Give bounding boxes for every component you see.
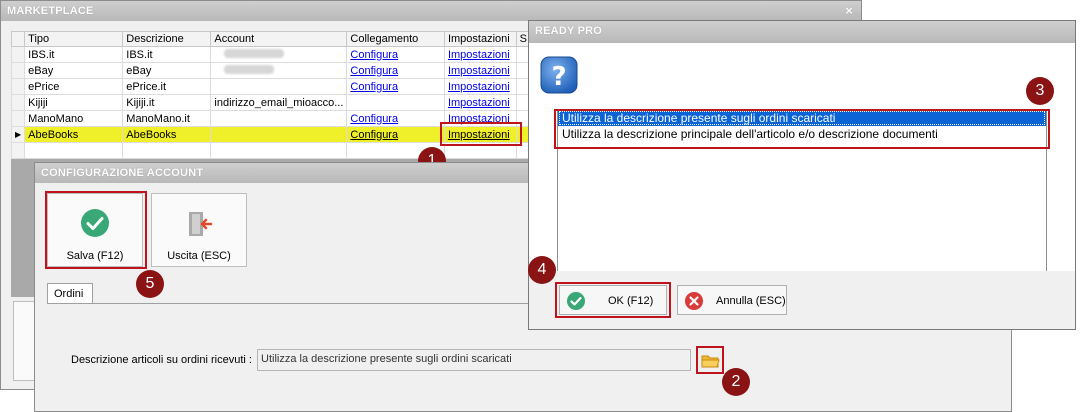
cell-collegamento: Configura — [346, 46, 445, 63]
step-badge-5: 5 — [136, 270, 164, 298]
cell-descrizione: Kijiji.it — [122, 94, 212, 111]
grid-corner — [10, 31, 26, 47]
step-badge-3: 3 — [1026, 77, 1054, 105]
row-indicator — [10, 62, 26, 79]
impostazioni-link[interactable]: Impostazioni — [448, 97, 510, 109]
impostazioni-link[interactable]: Impostazioni — [448, 65, 510, 77]
cell-tipo: IBS.it — [24, 46, 124, 63]
cell-account — [210, 78, 348, 95]
cell-collegamento: Configura — [346, 110, 445, 127]
cell-account — [210, 110, 348, 127]
cell-tipo: ePrice — [24, 78, 124, 95]
cell-empty — [24, 142, 124, 159]
column-header-collegamento[interactable]: Collegamento — [346, 31, 445, 47]
table-row[interactable]: Kijiji Kijiji.it indirizzo_email_mioacco… — [10, 94, 532, 111]
ready-pro-title: READY PRO — [535, 25, 602, 37]
highlight-impostazioni — [440, 122, 522, 146]
cell-tipo: eBay — [24, 62, 124, 79]
blurred-account — [224, 64, 275, 74]
configura-link[interactable]: Configura — [350, 81, 398, 93]
row-indicator — [10, 78, 26, 95]
cell-descrizione: IBS.it — [122, 46, 212, 63]
cell-empty — [122, 142, 212, 159]
cell-descrizione: ManoMano.it — [122, 110, 212, 127]
table-row[interactable]: eBay eBay Configura Impostazioni — [10, 62, 532, 79]
exit-button[interactable]: Uscita (ESC) — [151, 193, 247, 267]
impostazioni-link[interactable]: Impostazioni — [448, 81, 510, 93]
highlight-ok — [555, 282, 671, 318]
row-indicator — [10, 142, 26, 159]
impostazioni-link[interactable]: Impostazioni — [448, 49, 510, 61]
cell-descrizione: ePrice.it — [122, 78, 212, 95]
configura-link[interactable]: Configura — [350, 129, 398, 141]
cell-account — [210, 126, 348, 143]
exit-label: Uscita (ESC) — [167, 250, 231, 262]
configura-link[interactable]: Configura — [350, 113, 398, 125]
cell-account: indirizzo_email_mioacco... — [210, 94, 348, 111]
cell-tipo: Kijiji — [24, 94, 124, 111]
column-header-tipo[interactable]: Tipo — [24, 31, 124, 47]
marketplace-titlebar: MARKETPLACE × — [1, 1, 861, 21]
configura-link[interactable]: Configura — [350, 49, 398, 61]
step-badge-4: 4 — [528, 256, 556, 284]
descrizione-articoli-field[interactable]: Utilizza la descrizione presente sugli o… — [257, 349, 691, 371]
exit-door-icon — [183, 208, 215, 243]
cell-impostazioni: Impostazioni — [443, 62, 517, 79]
descrizione-articoli-label: Descrizione articoli su ordini ricevuti … — [71, 354, 252, 366]
highlight-folder — [696, 346, 724, 374]
row-indicator — [10, 94, 26, 111]
question-icon: ? — [539, 55, 579, 95]
cell-impostazioni: Impostazioni — [443, 78, 517, 95]
cell-impostazioni: Impostazioni — [443, 46, 517, 63]
cell-descrizione: eBay — [122, 62, 212, 79]
tab-ordini[interactable]: Ordini — [47, 283, 93, 304]
cell-account — [210, 62, 348, 79]
blurred-account — [224, 48, 285, 58]
highlight-save — [45, 191, 147, 269]
cell-account — [210, 46, 348, 63]
marketplace-title: MARKETPLACE — [7, 5, 94, 17]
cancel-button[interactable]: Annulla (ESC) — [677, 285, 787, 315]
cell-empty — [210, 142, 348, 159]
svg-text:?: ? — [551, 62, 566, 92]
close-icon[interactable]: × — [845, 3, 853, 18]
column-header-account[interactable]: Account — [210, 31, 348, 47]
cancel-label: Annulla (ESC) — [716, 295, 786, 307]
config-title: CONFIGURAZIONE ACCOUNT — [41, 167, 204, 179]
cell-descrizione: AbeBooks — [122, 126, 212, 143]
row-indicator-arrow: ▶ — [10, 126, 26, 143]
ready-pro-titlebar: READY PRO — [529, 21, 1075, 43]
configura-link[interactable]: Configura — [350, 65, 398, 77]
column-header-impostazioni[interactable]: Impostazioni — [443, 31, 517, 47]
step-badge-2: 2 — [722, 368, 750, 396]
row-indicator — [10, 110, 26, 127]
cell-impostazioni: Impostazioni — [443, 94, 517, 111]
cell-tipo: ManoMano — [24, 110, 124, 127]
cell-tipo: AbeBooks — [24, 126, 124, 143]
row-indicator — [10, 46, 26, 63]
table-row[interactable]: IBS.it IBS.it Configura Impostazioni — [10, 46, 532, 63]
cell-collegamento: Configura — [346, 78, 445, 95]
cell-collegamento — [346, 94, 445, 111]
highlight-options — [554, 109, 1050, 149]
x-circle-icon — [684, 291, 704, 314]
table-row[interactable]: ePrice ePrice.it Configura Impostazioni — [10, 78, 532, 95]
cell-collegamento: Configura — [346, 62, 445, 79]
column-header-descrizione[interactable]: Descrizione — [122, 31, 212, 47]
cell-collegamento: Configura — [346, 126, 445, 143]
